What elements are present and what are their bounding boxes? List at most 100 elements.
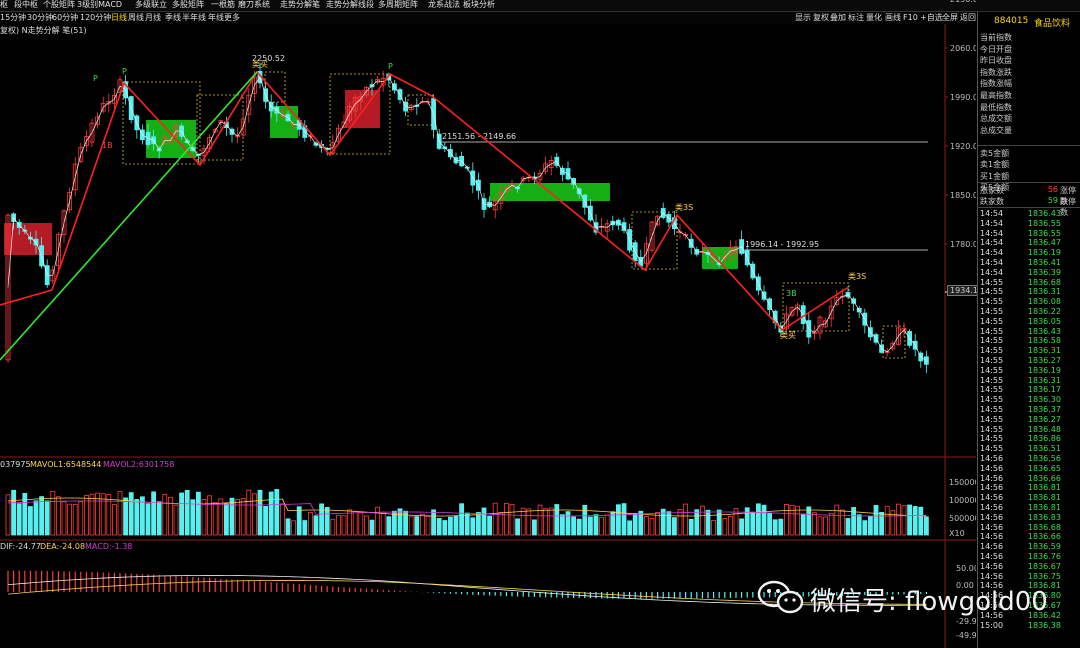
- volume-bar: [588, 516, 593, 536]
- volume-bar: [363, 515, 369, 536]
- level-label: 1996.14 - 1992.95: [745, 240, 819, 249]
- volume-bar: [823, 516, 828, 536]
- volume-bar: [733, 508, 739, 536]
- tick-price: 1836.30: [1027, 395, 1061, 405]
- volume-bar: [184, 489, 190, 536]
- volume-bar: [106, 494, 112, 536]
- tick-time: 14:56: [980, 532, 1004, 542]
- volume-bar: [330, 518, 336, 536]
- volume-bar: [750, 511, 756, 536]
- volume-bar: [380, 511, 386, 536]
- volume-bar: [436, 518, 442, 536]
- volume-bar: [688, 518, 694, 536]
- tick-price: 1836.27: [1027, 356, 1061, 365]
- volume-bar: [683, 503, 688, 536]
- volume-bar: [571, 516, 576, 536]
- tick-time: 14:55: [980, 316, 1004, 326]
- volume-bar: [341, 515, 347, 536]
- volume-bar: [593, 514, 599, 536]
- volume-bar: [229, 497, 235, 536]
- tick-price: 1836.58: [1027, 336, 1061, 346]
- volume-bar: [11, 489, 17, 536]
- volume-bar: [263, 505, 269, 536]
- tick-price: 1836.43: [1027, 209, 1061, 218]
- volume-bar: [722, 518, 728, 536]
- volume-bar: [39, 496, 44, 536]
- volume-bar: [212, 502, 218, 536]
- macd-axis-label: 50.00: [956, 564, 976, 573]
- tick-time: 14:54: [980, 238, 1004, 248]
- volume-bar: [672, 517, 677, 536]
- tick-price: 1836.39: [1027, 267, 1061, 277]
- volume-bar: [100, 493, 106, 536]
- volume-bar: [459, 503, 465, 536]
- sell-signal: 类3S: [675, 202, 693, 212]
- volume-bar: [862, 520, 868, 536]
- macd-value: MACD:-1.38: [85, 542, 132, 551]
- tick-price: 1836.38: [1027, 620, 1061, 630]
- quote-panel: 884015 食品饮料 当前指数 今日开盘 昨日收盘 指数涨跌 指数涨幅 最高指数 最低指数…: [977, 12, 1080, 648]
- volume-bar: [246, 489, 252, 536]
- volume-bar: [621, 503, 627, 536]
- volume-bar: [61, 501, 67, 536]
- volume-bar: [705, 509, 711, 536]
- volume-bar: [627, 520, 632, 536]
- volume-bar: [291, 520, 297, 536]
- watermark: 微信号: flowgold00: [756, 577, 1056, 617]
- tick-time: 14:54: [980, 228, 1004, 238]
- volume-bar: [319, 503, 325, 536]
- price-axis-label: 2130.00: [950, 0, 976, 4]
- volume-bar: [268, 491, 274, 536]
- volume-bar: [16, 503, 22, 536]
- tick-price: 1836.37: [1027, 405, 1061, 414]
- tick-time: 14:56: [980, 493, 1004, 503]
- volume-ma2: MAVOL2:6301758: [103, 460, 174, 469]
- tick-time: 14:55: [980, 395, 1004, 405]
- volume-bar: [431, 509, 437, 536]
- volume-bar: [817, 516, 823, 536]
- volume-bar: [784, 504, 789, 536]
- tick-price: 1836.76: [1027, 552, 1061, 561]
- volume-bar: [856, 514, 862, 536]
- volume-bar: [532, 519, 537, 536]
- price-axis-label: 1990.00: [950, 93, 976, 102]
- volume-bar: [543, 508, 548, 536]
- volume-bar: [711, 520, 716, 536]
- volume-bar: [391, 510, 397, 536]
- tick-price: 1836.66: [1027, 532, 1061, 542]
- volume-bar: [632, 513, 638, 536]
- volume-bar: [408, 516, 414, 536]
- volume-bar: [195, 491, 201, 536]
- stat-label: 最高指数: [980, 91, 1012, 100]
- tick-price: 1836.56: [1027, 454, 1061, 463]
- macd-axis-label: -29.99: [956, 617, 976, 626]
- volume-bar: [27, 506, 33, 536]
- volume-bar: [599, 517, 604, 536]
- tick-price: 1836.31: [1027, 346, 1061, 356]
- tick-price: 1836.66: [1027, 473, 1061, 483]
- tick-time: 14:55: [980, 287, 1004, 297]
- volume-bar: [772, 519, 778, 536]
- tick-price: 1836.17: [1027, 385, 1061, 395]
- pivot-label: P: [93, 74, 98, 83]
- volume-bar: [470, 517, 476, 536]
- advance-label: 涨家数: [980, 186, 1004, 195]
- volume-unit: X10: [949, 529, 965, 538]
- divider: [978, 182, 1080, 183]
- volume-bar: [151, 491, 157, 536]
- volume-bar: [369, 519, 375, 536]
- stat-label: 总成交额: [980, 114, 1012, 124]
- tick-time: 14:55: [980, 346, 1004, 356]
- candlestick-chart[interactable]: 2270.002200.002130.002060.001990.001920.…: [0, 0, 976, 648]
- stat-label: 今日开盘: [980, 44, 1012, 54]
- pivot-label: P: [122, 67, 127, 76]
- volume-bar: [447, 516, 453, 536]
- volume-bar: [386, 516, 392, 536]
- volume-bar: [414, 516, 420, 536]
- volume-bar: [492, 502, 498, 536]
- tick-price: 1836.47: [1027, 238, 1061, 248]
- volume-bar: [554, 504, 560, 536]
- tick-time: 14:56: [980, 561, 1004, 571]
- volume-axis-label: 1500000: [949, 478, 976, 487]
- tick-time: 15:00: [980, 620, 1004, 630]
